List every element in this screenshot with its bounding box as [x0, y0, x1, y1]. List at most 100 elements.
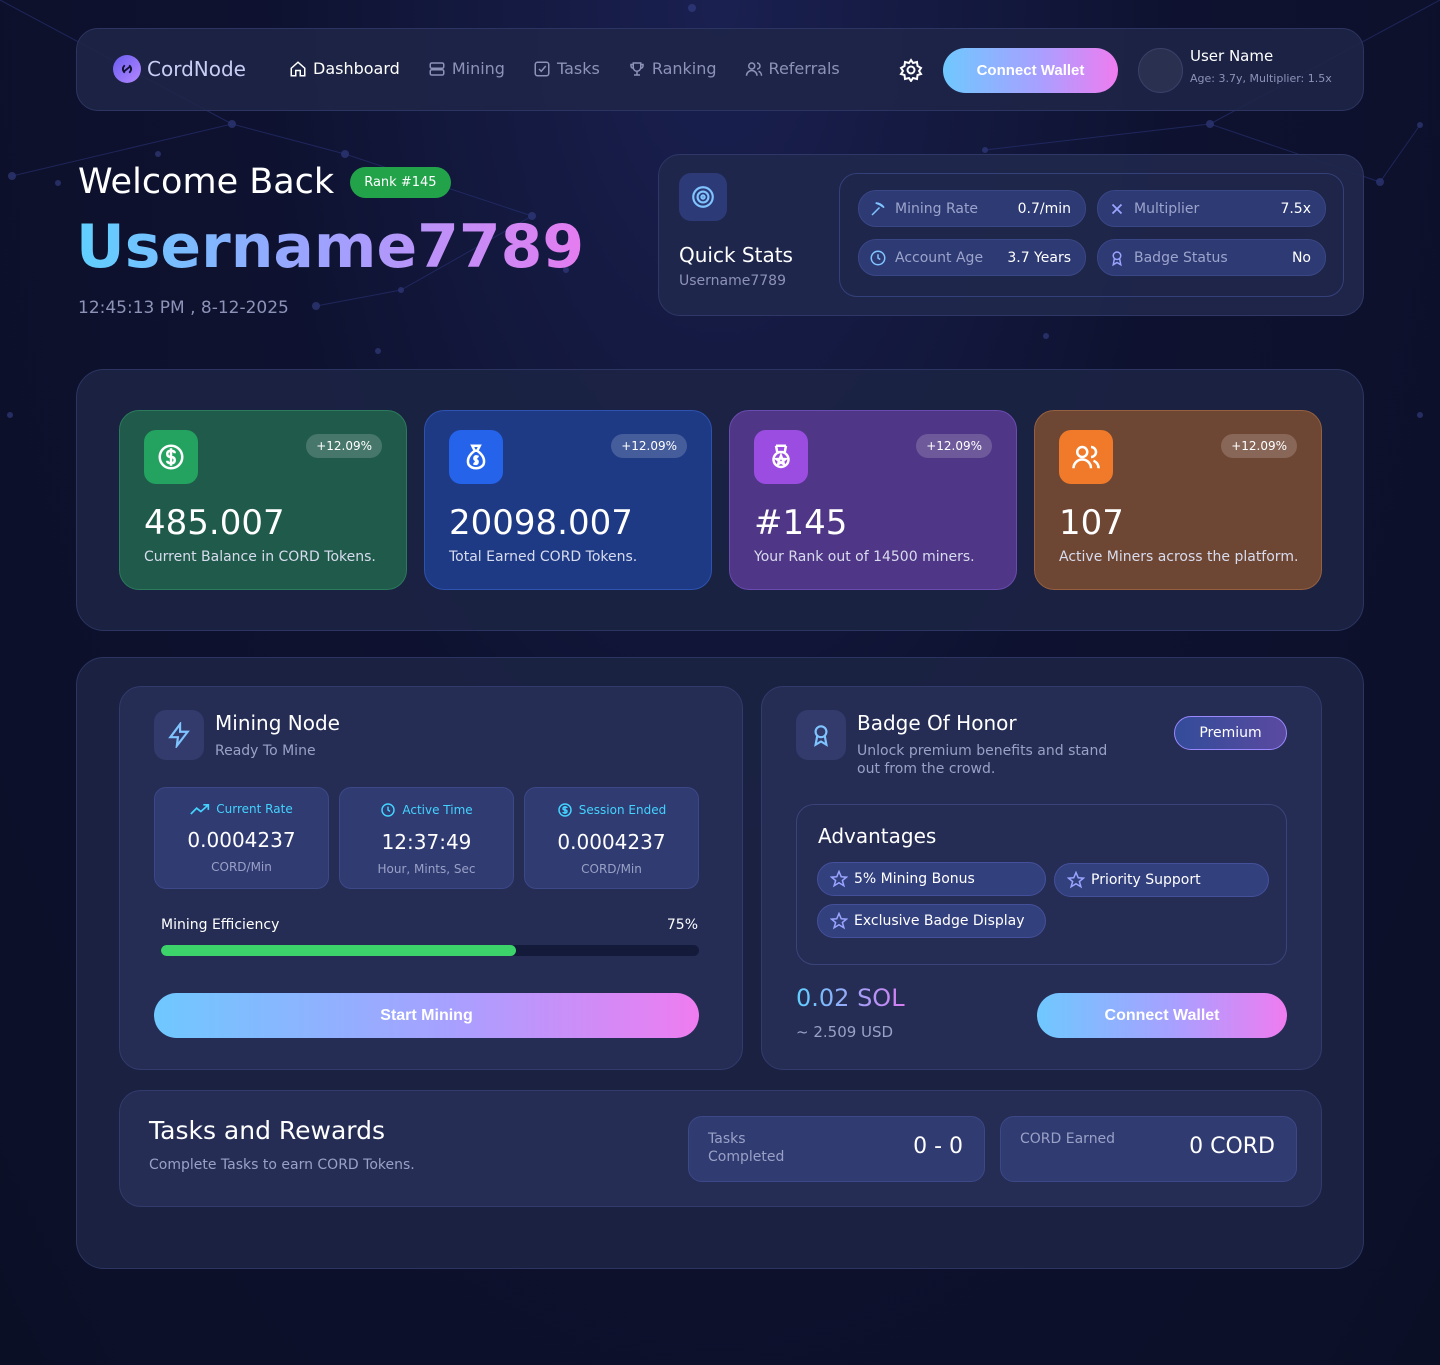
advantage-item: Exclusive Badge Display	[817, 904, 1046, 938]
award-icon	[1112, 250, 1122, 266]
money-bag-icon	[449, 430, 503, 484]
advantages-box: Advantages 5% Mining Bonus Priority Supp…	[796, 804, 1287, 965]
badge-title: Badge Of Honor	[857, 711, 1017, 735]
nav-item-ranking[interactable]: Ranking	[628, 59, 717, 78]
mining-node-status: Ready To Mine	[215, 743, 316, 759]
cord-earned-box: CORD Earned 0 CORD	[1000, 1116, 1297, 1182]
top-navbar: CordNode Dashboard Mining Tasks Ranking …	[76, 28, 1364, 111]
lightning-icon	[154, 710, 204, 760]
multiply-icon	[1111, 203, 1123, 214]
change-badge: +12.09%	[611, 434, 687, 458]
advantages-title: Advantages	[818, 824, 937, 848]
connect-wallet-button[interactable]: Connect Wallet	[943, 48, 1118, 93]
user-name: User Name	[1190, 47, 1274, 65]
stat-value: 7.5x	[1280, 200, 1311, 217]
checkbox-icon	[534, 61, 550, 76]
tasks-subtitle: Complete Tasks to earn CORD Tokens.	[149, 1157, 415, 1173]
star-icon	[1067, 871, 1085, 889]
active-time-card: Active Time 12:37:49 Hour, Mints, Sec	[339, 787, 514, 889]
efficiency-progress-fill	[161, 945, 517, 956]
advantage-item: 5% Mining Bonus	[817, 862, 1046, 896]
stat-cards-section: +12.09% 485.007 Current Balance in CORD …	[76, 369, 1364, 631]
clock-icon	[870, 250, 886, 265]
award-icon	[796, 710, 846, 760]
badge-connect-wallet-button[interactable]: Connect Wallet	[1037, 993, 1287, 1038]
stat-value: 0.7/min	[1017, 200, 1071, 217]
quick-stats-title: Quick Stats	[679, 243, 793, 267]
star-icon	[830, 870, 848, 888]
welcome-row: Welcome Back Rank #145	[78, 162, 451, 202]
nav-label: Ranking	[651, 59, 717, 78]
stat-value: No	[1291, 249, 1311, 266]
stat-account-age: Account Age 3.7 Years	[858, 239, 1086, 276]
brand-logo[interactable]: CordNode	[113, 55, 246, 83]
badge-price-usd: ~ 2.509 USD	[796, 1023, 894, 1041]
change-badge: +12.09%	[916, 434, 992, 458]
tasks-completed-value: 0 - 0	[913, 1134, 963, 1159]
trophy-icon	[630, 61, 644, 76]
medal-icon	[754, 430, 808, 484]
badge-price: 0.02 SOL	[796, 984, 905, 1012]
nav-item-mining[interactable]: Mining	[428, 59, 505, 78]
avatar[interactable]	[1138, 48, 1183, 93]
current-datetime: 12:45:13 PM , 8-12-2025	[78, 298, 289, 318]
mini-unit: CORD/Min	[581, 862, 642, 876]
brand-name: CordNode	[147, 57, 246, 81]
stat-card-value: #145	[754, 503, 848, 543]
quick-stats-grid: Mining Rate 0.7/min Multiplier 7.5x Acco…	[839, 173, 1344, 297]
mini-header: Current Rate	[216, 802, 293, 816]
users-icon	[745, 61, 762, 76]
efficiency-label: Mining Efficiency	[161, 917, 280, 933]
mini-value: 0.0004237	[187, 828, 296, 852]
users-icon	[1059, 430, 1113, 484]
stat-label: Account Age	[895, 249, 984, 266]
start-mining-button[interactable]: Start Mining	[154, 993, 699, 1038]
current-rate-card: Current Rate 0.0004237 CORD/Min	[154, 787, 329, 889]
quick-stats-subtitle: Username7789	[679, 273, 786, 289]
premium-badge[interactable]: Premium	[1174, 716, 1287, 750]
change-badge: +12.09%	[1221, 434, 1297, 458]
nav-label: Tasks	[556, 59, 600, 78]
stat-mining-rate: Mining Rate 0.7/min	[858, 190, 1086, 227]
main-nav: Dashboard Mining Tasks Ranking Referrals	[289, 59, 840, 78]
mini-value: 12:37:49	[381, 830, 472, 854]
target-icon	[679, 173, 727, 221]
nav-item-tasks[interactable]: Tasks	[533, 59, 600, 78]
efficiency-percent: 75%	[666, 917, 698, 933]
advantage-label: Exclusive Badge Display	[854, 913, 1025, 929]
session-ended-card: Session Ended 0.0004237 CORD/Min	[524, 787, 699, 889]
nav-label: Mining	[451, 59, 505, 78]
nav-item-dashboard[interactable]: Dashboard	[289, 59, 400, 78]
stat-label: Mining Rate	[895, 200, 979, 217]
stat-card-desc: Active Miners across the platform.	[1059, 549, 1299, 565]
advantage-label: Priority Support	[1091, 872, 1201, 888]
mining-node-title: Mining Node	[215, 711, 340, 735]
trend-icon	[190, 804, 210, 815]
dollar-icon	[144, 430, 198, 484]
tasks-title: Tasks and Rewards	[149, 1116, 386, 1145]
stat-badge-status: Badge Status No	[1097, 239, 1326, 276]
tasks-completed-box: Tasks Completed 0 - 0	[688, 1116, 985, 1182]
welcome-title: Welcome Back	[78, 162, 335, 202]
gear-icon[interactable]	[899, 58, 923, 82]
mini-value: 0.0004237	[557, 830, 666, 854]
stat-card-value: 20098.007	[449, 503, 633, 543]
change-badge: +12.09%	[306, 434, 382, 458]
stat-label: Badge Status	[1134, 249, 1228, 266]
nav-item-referrals[interactable]: Referrals	[745, 59, 840, 78]
cordnode-logo-icon	[113, 55, 141, 83]
main-section: Mining Node Ready To Mine Current Rate 0…	[76, 657, 1364, 1269]
star-icon	[830, 912, 848, 930]
stat-card-desc: Current Balance in CORD Tokens.	[144, 549, 376, 565]
username-heading: Username7789	[76, 212, 585, 282]
stat-card-value: 107	[1059, 503, 1124, 543]
nav-label: Dashboard	[313, 59, 400, 78]
pickaxe-icon	[871, 201, 885, 216]
stat-multiplier: Multiplier 7.5x	[1097, 190, 1326, 227]
coin-icon	[558, 803, 572, 817]
nav-label: Referrals	[768, 59, 840, 78]
mini-header: Active Time	[402, 803, 473, 817]
mini-unit: Hour, Mints, Sec	[377, 862, 476, 876]
efficiency-progress-bar	[161, 945, 699, 956]
badge-of-honor-panel: Badge Of Honor Unlock premium benefits a…	[761, 686, 1322, 1070]
